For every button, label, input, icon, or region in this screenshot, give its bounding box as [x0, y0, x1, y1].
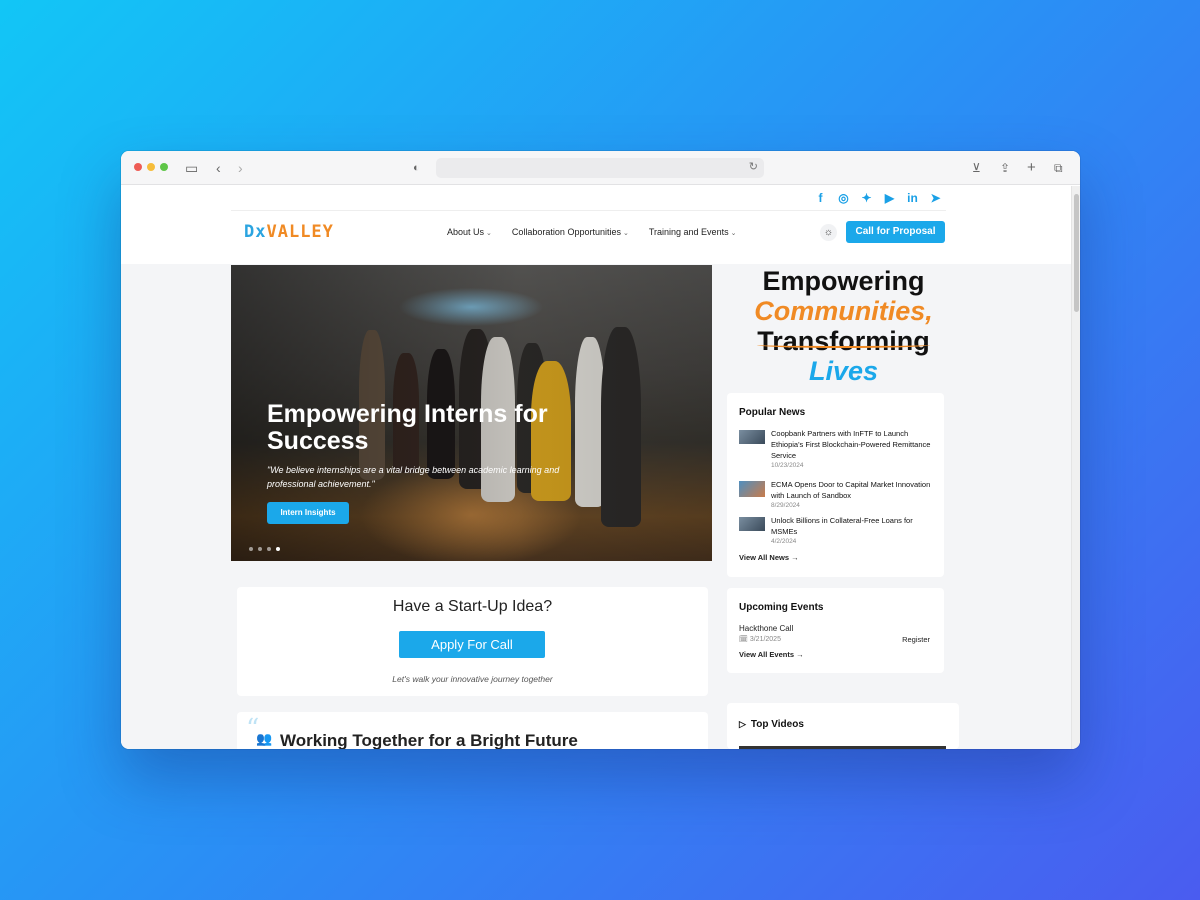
event-name[interactable]: Hackthone Call	[739, 624, 793, 633]
startup-subtitle: Let's walk your innovative journey toget…	[392, 674, 553, 684]
share-icon[interactable]: ⇪	[1000, 159, 1010, 177]
reload-icon[interactable]: ↻	[749, 160, 758, 173]
underline-swoosh	[757, 342, 930, 348]
hero-quote: "We believe internships are a vital brid…	[267, 465, 560, 489]
telegram-icon[interactable]: ➤	[928, 191, 943, 206]
site-logo[interactable]: DxVALLEY	[244, 222, 334, 242]
startup-card: Have a Start-Up Idea? Apply For Call Let…	[237, 587, 708, 696]
news-thumbnail	[739, 517, 765, 531]
startup-title: Have a Start-Up Idea?	[392, 598, 553, 615]
forward-icon[interactable]: ›	[238, 159, 243, 177]
carousel-dot[interactable]	[249, 547, 253, 551]
chevron-down-icon: ⌄	[622, 230, 629, 237]
news-thumbnail	[739, 481, 765, 497]
carousel-dot[interactable]	[258, 547, 262, 551]
call-for-proposal-button[interactable]: Call for Proposal	[846, 221, 945, 243]
hero-title: Empowering Interns for Success	[267, 400, 548, 455]
carousel-indicators	[249, 547, 280, 551]
event-date: 🗓 3/21/2025	[739, 636, 781, 643]
youtube-icon[interactable]: ▶	[882, 191, 897, 206]
minimize-window-button[interactable]	[147, 163, 155, 171]
address-bar[interactable]: ↻	[436, 158, 764, 178]
view-all-events-link[interactable]: View All Events →	[739, 650, 804, 659]
new-tab-icon[interactable]: +	[1027, 159, 1036, 177]
scrollbar[interactable]	[1071, 186, 1080, 749]
intern-insights-button[interactable]: Intern Insights	[267, 502, 349, 524]
page-content: f ◎ ✦ ▶ in ➤ DxVALLEY About Us ⌄ Collabor…	[121, 186, 1071, 749]
chevron-down-icon: ⌄	[730, 230, 737, 237]
news-item[interactable]: Unlock Billions in Collateral-Free Loans…	[739, 515, 936, 545]
people-icon: 👥	[256, 731, 273, 746]
chevron-down-icon: ⌄	[486, 230, 492, 237]
view-all-news-link[interactable]: View All News →	[739, 553, 799, 562]
news-item[interactable]: ECMA Opens Door to Capital Market Innova…	[739, 479, 936, 509]
nav-about-us[interactable]: About Us ⌄	[447, 227, 492, 237]
upcoming-events-card: Upcoming Events Hackthone Call 🗓 3/21/20…	[727, 588, 944, 673]
shield-icon: ◐	[413, 162, 420, 174]
video-thumbnail[interactable]	[739, 746, 946, 749]
back-icon[interactable]: ‹	[216, 159, 221, 177]
instagram-icon[interactable]: ◎	[836, 191, 851, 206]
close-window-button[interactable]	[134, 163, 142, 171]
main-nav: About Us ⌄ Collaboration Opportunities ⌄ T…	[447, 227, 736, 237]
sidebar-icon[interactable]: ▭	[185, 159, 198, 177]
top-videos-card: ▷ Top Videos	[727, 703, 959, 749]
section-title: Working Together for a Bright Future	[280, 731, 578, 749]
linkedin-icon[interactable]: in	[905, 191, 920, 206]
browser-toolbar: ▭ ‹ › ◐ ↻ ⊻ ⇪ + ⧉	[121, 151, 1080, 185]
hero-carousel[interactable]: Empowering Interns for Success "We belie…	[231, 265, 712, 561]
working-together-card: “ 👥 Working Together for a Bright Future	[237, 712, 708, 749]
popular-news-card: Popular News Coopbank Partners with InFT…	[727, 393, 944, 577]
register-link[interactable]: Register	[902, 635, 930, 644]
news-thumbnail	[739, 430, 765, 444]
facebook-icon[interactable]: f	[813, 191, 828, 206]
social-links: f ◎ ✦ ▶ in ➤	[813, 191, 943, 206]
theme-toggle-sun-icon[interactable]: ☼	[820, 224, 837, 241]
apply-for-call-button[interactable]: Apply For Call	[399, 631, 545, 658]
news-item[interactable]: Coopbank Partners with InFTF to Launch E…	[739, 428, 936, 469]
tagline: Empowering Communities, Transforming Liv…	[754, 266, 933, 386]
download-icon[interactable]: ⊻	[972, 159, 981, 177]
browser-window: ▭ ‹ › ◐ ↻ ⊻ ⇪ + ⧉ f ◎ ✦ ▶ in ➤ DxVALLEY	[121, 151, 1080, 749]
maximize-window-button[interactable]	[160, 163, 168, 171]
carousel-dot[interactable]	[267, 547, 271, 551]
nav-collaboration[interactable]: Collaboration Opportunities ⌄	[512, 227, 629, 237]
play-icon: ▷	[739, 719, 746, 729]
site-header: f ◎ ✦ ▶ in ➤ DxVALLEY About Us ⌄ Collabor…	[121, 186, 1071, 264]
twitter-icon[interactable]: ✦	[859, 191, 874, 206]
tabs-icon[interactable]: ⧉	[1054, 159, 1063, 177]
carousel-dot-active[interactable]	[276, 547, 280, 551]
nav-training-events[interactable]: Training and Events ⌄	[649, 227, 737, 237]
scrollbar-thumb[interactable]	[1074, 194, 1079, 312]
header-divider	[231, 210, 946, 211]
